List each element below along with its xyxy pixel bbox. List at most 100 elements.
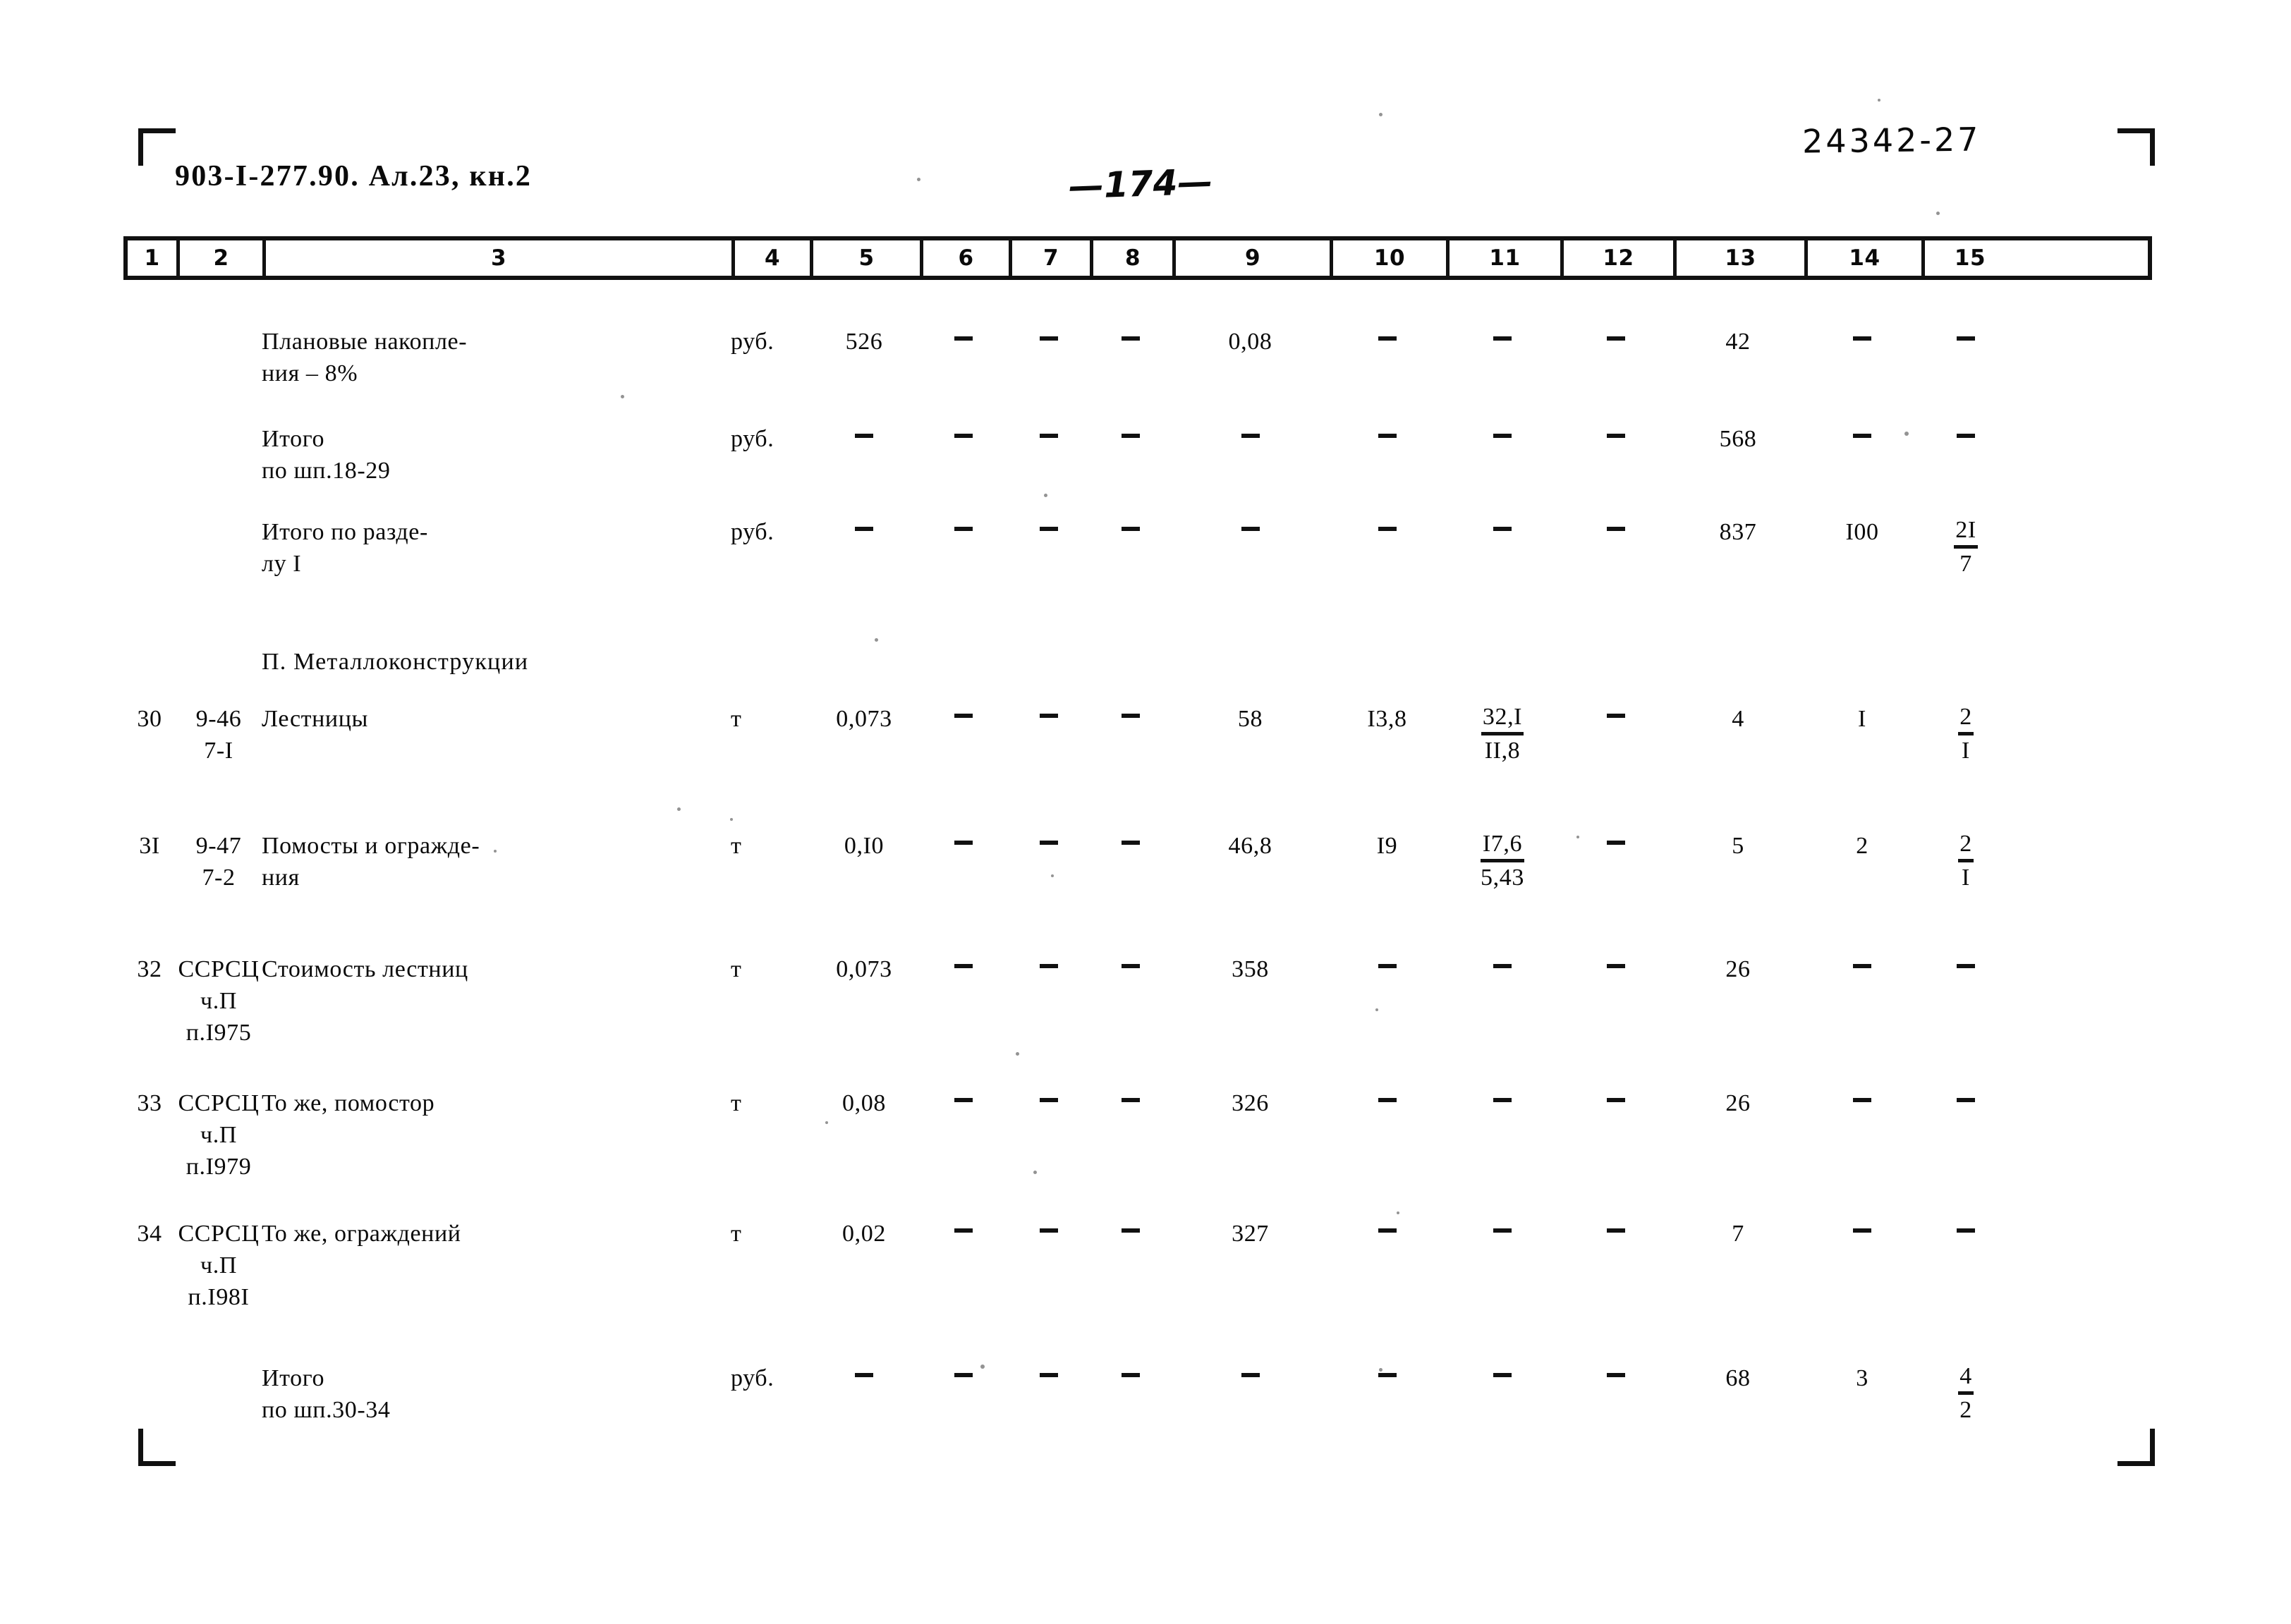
table-cell-col12 (1560, 1361, 1672, 1394)
dash-mark (1607, 336, 1625, 341)
dash-mark (1039, 964, 1058, 969)
table-cell-col3: То же, помостор (262, 1090, 435, 1116)
dash-mark (855, 527, 873, 532)
dash-mark (1378, 336, 1397, 341)
table-cell-col6 (919, 515, 1008, 548)
table-cell-col11 (1445, 1086, 1560, 1119)
table-cell-col13: 837 (1719, 519, 1757, 545)
scan-speckle (1878, 99, 1880, 102)
table-cell-col14 (1804, 422, 1921, 455)
fraction-value: 2I 7 (1954, 516, 1978, 578)
dash-mark (1493, 434, 1512, 439)
dash-mark (1378, 527, 1397, 532)
table-row: 3I 9-47 7-2 Помосты и огражде- ния т 0,I0 46,… (123, 829, 2152, 893)
dash-mark (1957, 1098, 1975, 1103)
table-cell-col14 (1804, 1216, 1921, 1250)
dash-mark (1493, 527, 1512, 532)
table-cell-col4: руб. (731, 329, 774, 355)
fraction-value: 32,I II,8 (1481, 703, 1524, 765)
table-cell-col5 (809, 515, 919, 548)
column-number-5: 5 (813, 240, 923, 276)
dash-mark (1039, 1228, 1058, 1233)
table-cell-col9: 326 (1232, 1090, 1269, 1116)
table-cell-col5 (809, 422, 919, 455)
table-row: Плановые накопле- ния – 8% руб. 526 0,08 42 (123, 324, 2152, 389)
table-cell-col10 (1329, 422, 1445, 455)
table-cell-col7 (1008, 1086, 1089, 1119)
table-row: 33 ССРСЦ ч.П п.I979 То же, помостор т 0,08 32… (123, 1086, 2152, 1183)
table-cell-col13: 7 (1732, 1221, 1744, 1247)
table-cell-col6 (919, 702, 1008, 735)
table-cell-col12 (1560, 1086, 1672, 1119)
table-cell-col1 (123, 1361, 176, 1362)
scan-speckle (1044, 494, 1047, 497)
table-cell-col8 (1089, 702, 1172, 735)
section-heading-title: П. Металлоконструкции (262, 649, 529, 675)
dash-mark (1378, 1098, 1397, 1103)
column-number-3: 3 (266, 240, 735, 276)
table-cell-col2: ССРСЦ ч.П п.I979 (178, 1090, 260, 1180)
dash-mark (954, 527, 973, 532)
table-cell-col2: 9-47 7-2 (195, 833, 242, 891)
table-cell-col11 (1445, 422, 1560, 455)
table-cell-col9 (1172, 422, 1329, 455)
table-cell-col8 (1089, 952, 1172, 985)
table-cell-col10 (1329, 1361, 1445, 1394)
table-row: Итого по разде- лу I руб. 837 I00 2I 7 (123, 515, 2152, 580)
table-cell-col8 (1089, 1086, 1172, 1119)
dash-mark (1607, 1098, 1625, 1103)
table-cell-col1: 30 (137, 706, 162, 732)
table-cell-col12 (1560, 702, 1672, 735)
dash-mark (1039, 434, 1058, 439)
table-cell-col7 (1008, 829, 1089, 862)
table-cell-col10 (1329, 952, 1445, 985)
table-cell-col2: 9-46 7-I (195, 706, 242, 764)
table-cell-col4: т (731, 833, 742, 859)
table-cell-col4: т (731, 1221, 742, 1247)
table-cell-col9: 58 (1237, 706, 1263, 732)
dash-mark (1607, 964, 1625, 969)
fraction-numerator: 2 (1958, 830, 1974, 863)
fraction-value: 2I (1958, 830, 1974, 892)
page-corner-mark-top-right (2117, 128, 2155, 166)
table-cell-col9 (1172, 515, 1329, 548)
table-cell-col2 (176, 515, 262, 516)
dash-mark (1039, 527, 1058, 532)
column-number-14: 14 (1808, 240, 1925, 276)
dash-mark (1607, 527, 1625, 532)
scan-speckle (1379, 1368, 1382, 1372)
dash-mark (1957, 434, 1975, 439)
table-cell-col7 (1008, 1361, 1089, 1394)
table-cell-col1 (123, 515, 176, 516)
archive-number: 24342-27 (1801, 120, 1981, 161)
table-cell-col2 (176, 1361, 262, 1362)
dash-mark (1607, 1228, 1625, 1233)
table-cell-col13: 68 (1725, 1365, 1751, 1391)
dash-mark (1378, 964, 1397, 969)
table-cell-col7 (1008, 702, 1089, 735)
table-cell-col8 (1089, 1216, 1172, 1250)
table-cell-col6 (919, 1216, 1008, 1250)
fraction-denominator: 2 (1959, 1397, 1972, 1424)
scan-speckle (677, 807, 681, 811)
table-cell-col3: Итого по шп.18-29 (262, 426, 391, 484)
fraction-denominator: II,8 (1484, 738, 1521, 764)
table-cell-col15: 42 (1921, 1361, 2011, 1426)
dash-mark (855, 434, 873, 439)
fraction-numerator: 2 (1958, 703, 1974, 736)
table-row: 30 9-46 7-I Лестницы т 0,073 58 I3,8 32,I II,8 4 I… (123, 702, 2152, 767)
table-cell-col6 (919, 1361, 1008, 1394)
table-cell-col7 (1008, 1216, 1089, 1250)
dash-mark (1039, 1373, 1058, 1378)
table-cell-col14: 2 (1856, 833, 1868, 859)
table-cell-col12 (1560, 422, 1672, 455)
table-cell-col5: 0,I0 (844, 833, 885, 859)
table-cell-col12 (1560, 829, 1672, 862)
table-cell-col13: 4 (1732, 706, 1744, 732)
table-cell-col10: I3,8 (1367, 706, 1407, 732)
table-cell-col11 (1445, 324, 1560, 358)
dash-mark (1039, 336, 1058, 341)
table-cell-col14: 3 (1856, 1365, 1868, 1391)
table-cell-col11 (1445, 952, 1560, 985)
table-cell-col11: I7,6 5,43 (1445, 829, 1560, 893)
